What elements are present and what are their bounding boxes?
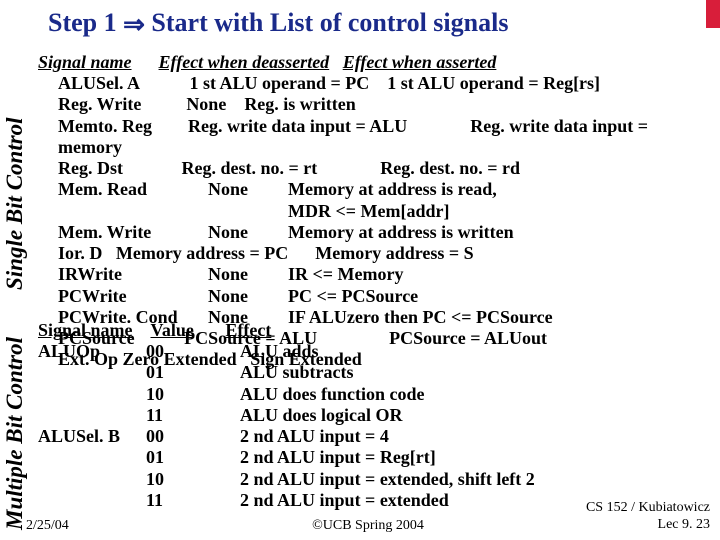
de: None (208, 286, 288, 307)
col-header-value: Value (151, 320, 194, 341)
de: None (208, 264, 288, 285)
title-part-b: Start with List of control signals (151, 8, 508, 37)
col-header-signal2: Signal name (38, 320, 146, 341)
footer-lecnum: Lec 9. 23 (658, 517, 710, 532)
de: None (186, 94, 226, 114)
as: 1 st ALU operand = Reg[rs] (387, 73, 600, 93)
sig: PCWrite (58, 286, 208, 307)
arrow-icon: ⇒ (123, 10, 145, 40)
col-header-deasserted: Effect when deasserted (159, 52, 330, 72)
sig: IRWrite (58, 264, 208, 285)
as: Memory at address is read, (288, 179, 497, 199)
eff: 2 nd ALU input = 4 (240, 426, 389, 447)
sig: Memto. Reg (58, 116, 152, 136)
de: None (208, 222, 288, 243)
de: None (208, 179, 288, 200)
slide-title: Step 1 ⇒ Start with List of control sign… (48, 8, 508, 40)
sig: Reg. Dst (58, 158, 123, 178)
sig: Mem. Read (58, 179, 208, 200)
footer-right: CS 152 / Kubiatowicz Lec 9. 23 (586, 500, 710, 534)
col-header-effect: Effect (225, 320, 271, 341)
as: Reg. dest. no. = rd (380, 158, 520, 178)
as: IR <= Memory (288, 264, 403, 284)
title-part-a: Step 1 (48, 8, 117, 37)
eff: ALU does logical OR (240, 405, 403, 426)
col-header-signal: Signal name (38, 52, 132, 72)
de: 1 st ALU operand = PC (190, 73, 370, 93)
eff: ALU subtracts (240, 362, 354, 383)
val: 00 (146, 341, 240, 362)
multiple-bit-table: Signal name Value Effect ALUOp00ALU adds… (38, 320, 698, 511)
as: Reg. is written (244, 94, 355, 114)
de: Reg. dest. no. = rt (182, 158, 318, 178)
sig: Ior. D (58, 243, 102, 263)
side-label-multiple: Multiple Bit Control (2, 337, 28, 530)
sig: Mem. Write (58, 222, 208, 243)
eff: ALU adds (240, 341, 319, 362)
corner-accent (706, 0, 720, 28)
val: 11 (146, 490, 240, 511)
de: Reg. write data input = ALU (188, 116, 407, 136)
side-label-single: Single Bit Control (2, 117, 28, 290)
val: 01 (146, 362, 240, 383)
as: Memory at address is written (288, 222, 514, 242)
val: 01 (146, 447, 240, 468)
val: 10 (146, 384, 240, 405)
de: Memory address = PC (116, 243, 288, 263)
eff: 2 nd ALU input = extended, shift left 2 (240, 469, 535, 490)
val: 10 (146, 469, 240, 490)
eff: 2 nd ALU input = extended (240, 490, 449, 511)
val: 11 (146, 405, 240, 426)
sig: ALUSel. A (58, 73, 140, 93)
eff: ALU does function code (240, 384, 425, 405)
sig: ALUSel. B (38, 426, 146, 447)
as: MDR <= Mem[addr] (288, 201, 449, 221)
eff: 2 nd ALU input = Reg[rt] (240, 447, 436, 468)
sig: Reg. Write (58, 94, 141, 114)
as: PC <= PCSource (288, 286, 418, 306)
col-header-asserted: Effect when asserted (343, 52, 497, 72)
as: Memory address = S (315, 243, 473, 263)
val: 00 (146, 426, 240, 447)
footer-course: CS 152 / Kubiatowicz (586, 500, 710, 515)
sig: ALUOp (38, 341, 146, 362)
